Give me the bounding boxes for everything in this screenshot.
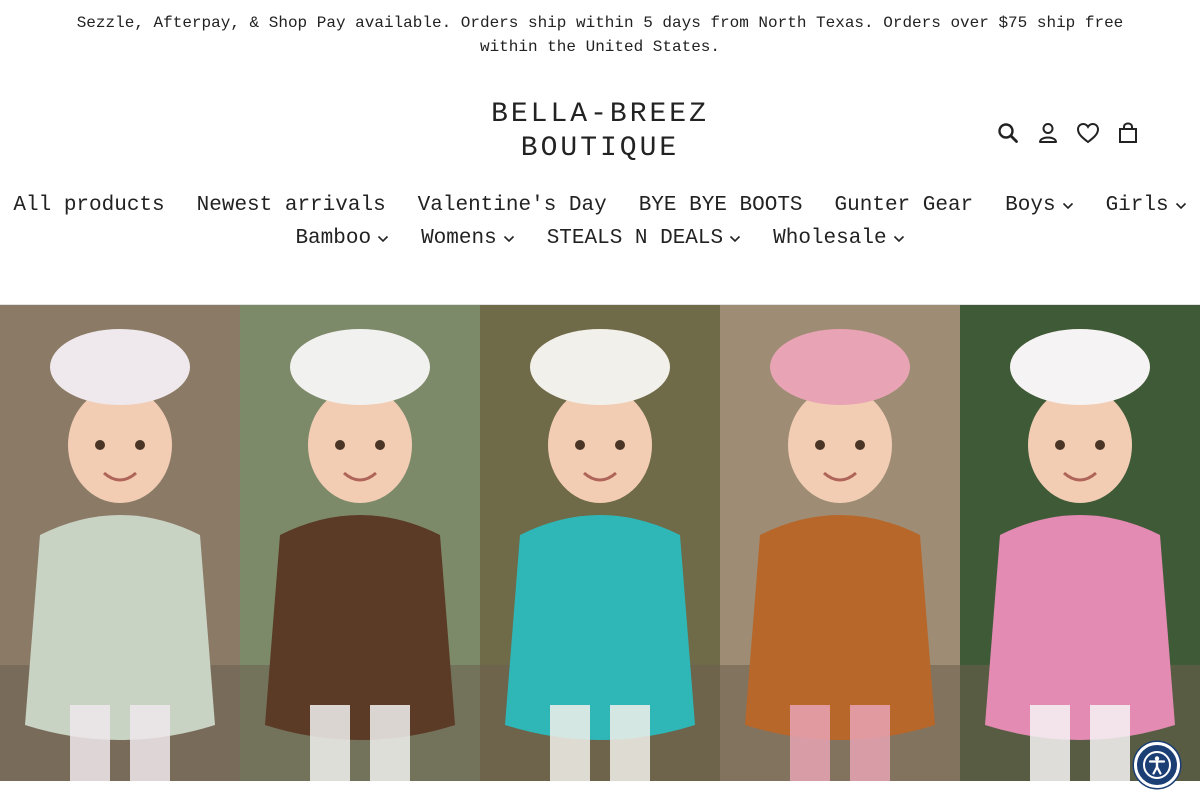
header-icons — [988, 118, 1148, 148]
child-eye-left — [575, 440, 585, 450]
chevron-down-icon — [1175, 202, 1187, 210]
child-headbow — [770, 329, 910, 405]
child-outfit — [25, 515, 215, 740]
child-eye-right — [615, 440, 625, 450]
nav-item-womens[interactable]: Womens — [405, 222, 531, 255]
child-leg-left — [310, 705, 350, 781]
nav-label: Gunter Gear — [834, 194, 974, 217]
nav-item-valentines-day[interactable]: Valentine's Day — [402, 189, 623, 222]
child-eye-right — [1095, 440, 1105, 450]
main-navigation: All products Newest arrivals Valentine's… — [0, 189, 1200, 255]
child-eye-right — [855, 440, 865, 450]
child-leg-left — [70, 705, 110, 781]
announcement-bar: Sezzle, Afterpay, & Shop Pay available. … — [0, 0, 1200, 62]
cart-icon — [1119, 122, 1137, 143]
accessibility-button[interactable] — [1134, 742, 1180, 788]
hero-photo-turquoise-western-set — [480, 305, 720, 781]
child-eye-left — [335, 440, 345, 450]
account-button[interactable] — [1028, 118, 1068, 148]
chevron-down-icon — [729, 235, 741, 243]
nav-item-boys[interactable]: Boys — [989, 189, 1089, 222]
hero-photo-pink-checkered-set — [960, 305, 1200, 781]
nav-label: Boys — [1005, 194, 1056, 217]
child-leg-right — [1090, 705, 1130, 781]
chevron-down-icon — [1062, 202, 1074, 210]
announcement-text: Sezzle, Afterpay, & Shop Pay available. … — [76, 14, 1124, 56]
nav-item-bamboo[interactable]: Bamboo — [279, 222, 405, 255]
chevron-down-icon — [503, 235, 515, 243]
hero-panel — [480, 305, 720, 781]
child-outfit — [745, 515, 935, 740]
child-leg-right — [610, 705, 650, 781]
nav-label: Womens — [421, 227, 497, 250]
hero-photo-brown-cow-bow-bodysuit — [240, 305, 480, 781]
child-eye-left — [95, 440, 105, 450]
nav-label: STEALS N DEALS — [546, 227, 724, 250]
child-leg-left — [550, 705, 590, 781]
wishlist-heart-icon — [1076, 122, 1100, 144]
hero-panel — [960, 305, 1200, 781]
account-icon — [1039, 123, 1057, 143]
nav-label: Wholesale — [773, 227, 887, 250]
child-leg-right — [850, 705, 890, 781]
nav-item-steals-n-deals[interactable]: STEALS N DEALS — [531, 222, 757, 255]
search-icon — [998, 123, 1018, 143]
child-leg-left — [1030, 705, 1070, 781]
chevron-down-icon — [893, 235, 905, 243]
logo-line-1: BELLA-BREEZ — [491, 99, 709, 130]
nav-label: Girls — [1105, 194, 1169, 217]
hero-photo-rust-ruffle-bell-bottoms — [720, 305, 960, 781]
store-logo[interactable]: BELLA-BREEZ BOUTIQUE — [450, 98, 750, 166]
hero-panel — [240, 305, 480, 781]
nav-item-gunter-gear[interactable]: Gunter Gear — [819, 189, 990, 222]
accessibility-icon — [1143, 751, 1171, 779]
nav-item-girls[interactable]: Girls — [1090, 189, 1200, 222]
nav-item-wholesale[interactable]: Wholesale — [757, 222, 920, 255]
hero-panel — [0, 305, 240, 781]
nav-label: Valentine's Day — [417, 194, 607, 217]
hero-banner[interactable] — [0, 305, 1200, 781]
child-headbow — [1010, 329, 1150, 405]
child-eye-left — [815, 440, 825, 450]
child-outfit — [265, 515, 455, 740]
child-headbow — [530, 329, 670, 405]
chevron-down-icon — [377, 235, 389, 243]
child-eye-left — [1055, 440, 1065, 450]
child-leg-right — [130, 705, 170, 781]
child-headbow — [50, 329, 190, 405]
logo-line-2: BOUTIQUE — [520, 133, 680, 164]
nav-label: Bamboo — [295, 227, 372, 250]
child-leg-left — [790, 705, 830, 781]
child-leg-right — [370, 705, 410, 781]
child-outfit — [985, 515, 1175, 740]
nav-label: BYE BYE BOOTS — [638, 194, 803, 217]
wishlist-button[interactable] — [1068, 118, 1108, 148]
nav-item-newest-arrivals[interactable]: Newest arrivals — [181, 189, 402, 222]
nav-item-all-products[interactable]: All products — [0, 189, 181, 222]
nav-item-bye-bye-boots[interactable]: BYE BYE BOOTS — [623, 189, 819, 222]
child-eye-right — [135, 440, 145, 450]
child-outfit — [505, 515, 695, 740]
search-button[interactable] — [988, 118, 1028, 148]
nav-row-1: All products Newest arrivals Valentine's… — [0, 189, 1200, 222]
hero-photo-sage-romper-headbow — [0, 305, 240, 781]
nav-label: Newest arrivals — [196, 194, 386, 217]
hero-panel — [720, 305, 960, 781]
child-headbow — [290, 329, 430, 405]
nav-label: All products — [13, 194, 165, 217]
cart-button[interactable] — [1108, 118, 1148, 148]
child-eye-right — [375, 440, 385, 450]
nav-row-2: Bamboo Womens STEALS N DEALS Wholesale — [279, 222, 920, 255]
